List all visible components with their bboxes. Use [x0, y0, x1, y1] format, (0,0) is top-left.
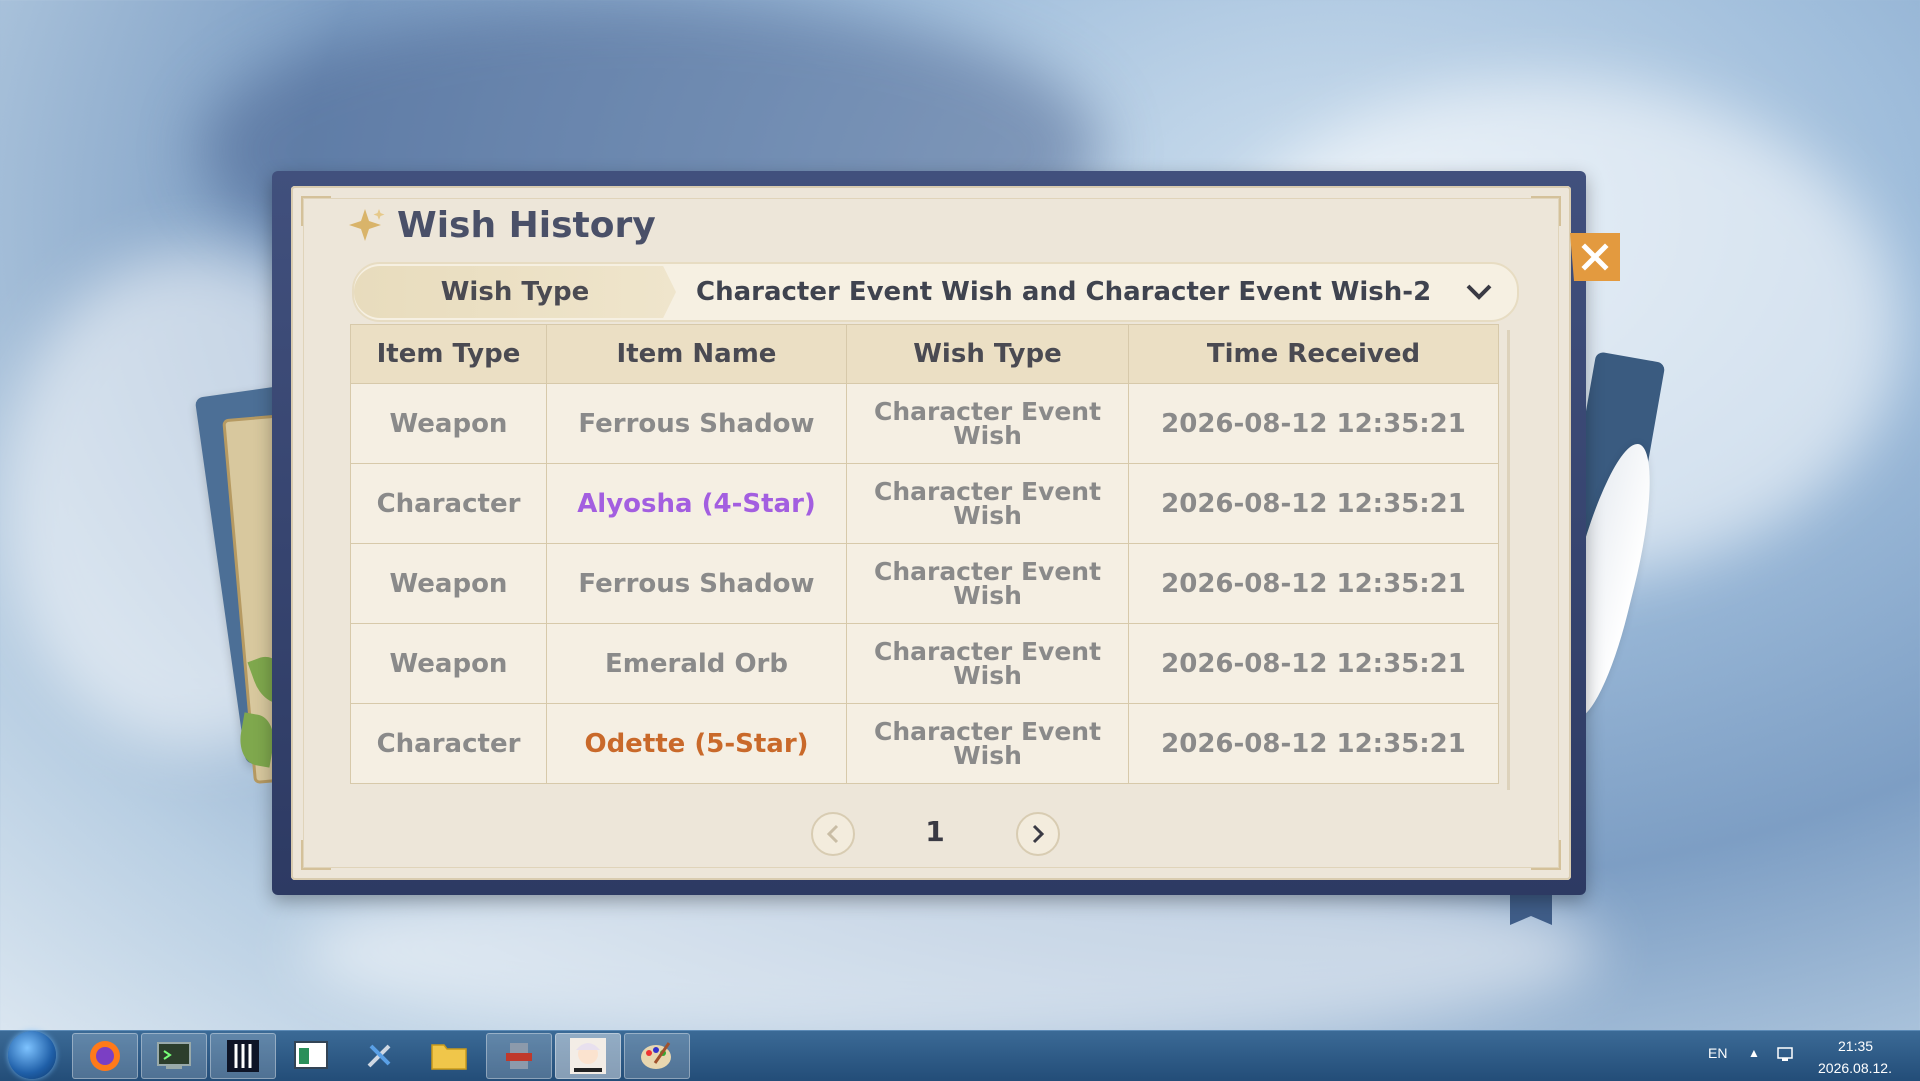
network-icon[interactable]: [1776, 1046, 1798, 1064]
cell-item-name: Ferrous Shadow: [546, 383, 847, 464]
column-header-item-type: Item Type: [350, 324, 547, 384]
cell-time-received: 2026-08-12 12:35:21: [1128, 623, 1499, 704]
panel-corner-ornament: [301, 196, 331, 226]
roman-numeral-app-icon[interactable]: [210, 1033, 276, 1079]
language-indicator[interactable]: EN: [1708, 1045, 1727, 1061]
column-header-time-received: Time Received: [1128, 324, 1499, 384]
cell-wish-type: Character Event Wish: [846, 703, 1129, 784]
anime-game-icon[interactable]: [555, 1033, 621, 1079]
page-number: 1: [925, 815, 945, 848]
cell-item-name: Ferrous Shadow: [546, 543, 847, 624]
table-row: Weapon Emerald Orb Character Event Wish …: [350, 623, 1499, 704]
settings-app-icon[interactable]: [486, 1033, 552, 1079]
column-header-wish-type: Wish Type: [846, 324, 1129, 384]
table-row: Character Odette (5-Star) Character Even…: [350, 703, 1499, 784]
panel-corner-ornament: [301, 840, 331, 870]
table-scrollbar[interactable]: [1507, 330, 1510, 790]
cell-time-received: 2026-08-12 12:35:21: [1128, 383, 1499, 464]
table-header-row: Item Type Item Name Wish Type Time Recei…: [350, 324, 1499, 384]
cell-item-type: Weapon: [350, 623, 547, 704]
cell-item-name-5-star: Odette (5-Star): [546, 703, 847, 784]
wish-history-table: Item Type Item Name Wish Type Time Recei…: [350, 324, 1499, 784]
sparkle-icon: [349, 209, 385, 241]
panel-corner-ornament: [1531, 840, 1561, 870]
start-button[interactable]: [8, 1031, 56, 1079]
cell-wish-type: Character Event Wish: [846, 543, 1129, 624]
folder-icon[interactable]: [417, 1033, 481, 1077]
cell-item-type: Weapon: [350, 543, 547, 624]
cell-time-received: 2026-08-12 12:35:21: [1128, 463, 1499, 544]
cell-item-type: Character: [350, 703, 547, 784]
page-title: Wish History: [397, 204, 656, 246]
panel-corner-ornament: [1531, 196, 1561, 226]
cell-item-name: Emerald Orb: [546, 623, 847, 704]
chevron-left-icon: [826, 824, 839, 844]
next-page-button[interactable]: [1016, 812, 1060, 856]
table-row: Weapon Ferrous Shadow Character Event Wi…: [350, 383, 1499, 464]
cell-time-received: 2026-08-12 12:35:21: [1128, 543, 1499, 624]
cell-time-received: 2026-08-12 12:35:21: [1128, 703, 1499, 784]
close-icon: [1581, 243, 1609, 271]
window-app-icon[interactable]: [279, 1033, 343, 1077]
firefox-icon[interactable]: [72, 1033, 138, 1079]
cell-item-type: Weapon: [350, 383, 547, 464]
clock-date[interactable]: 2026.08.12.: [1818, 1060, 1892, 1076]
chevron-up-icon[interactable]: ▲: [1748, 1046, 1760, 1060]
cell-item-type: Character: [350, 463, 547, 544]
wish-type-dropdown-value[interactable]: Character Event Wish and Character Event…: [676, 277, 1459, 307]
close-button[interactable]: [1570, 233, 1620, 281]
terminal-icon[interactable]: [141, 1033, 207, 1079]
title-bar: Wish History: [347, 200, 656, 250]
tools-icon[interactable]: [348, 1033, 412, 1077]
wish-type-label: Wish Type: [354, 266, 676, 318]
paint-icon[interactable]: [624, 1033, 690, 1079]
table-row: Character Alyosha (4-Star) Character Eve…: [350, 463, 1499, 544]
cell-wish-type: Character Event Wish: [846, 623, 1129, 704]
chevron-down-icon[interactable]: [1459, 272, 1499, 312]
cell-item-name-4-star: Alyosha (4-Star): [546, 463, 847, 544]
cell-wish-type: Character Event Wish: [846, 383, 1129, 464]
previous-page-button[interactable]: [811, 812, 855, 856]
chevron-right-icon: [1032, 824, 1045, 844]
cell-wish-type: Character Event Wish: [846, 463, 1129, 544]
table-row: Weapon Ferrous Shadow Character Event Wi…: [350, 543, 1499, 624]
clock-time[interactable]: 21:35: [1838, 1038, 1873, 1054]
column-header-item-name: Item Name: [546, 324, 847, 384]
wish-type-selector[interactable]: Wish Type Character Event Wish and Chara…: [352, 262, 1519, 322]
